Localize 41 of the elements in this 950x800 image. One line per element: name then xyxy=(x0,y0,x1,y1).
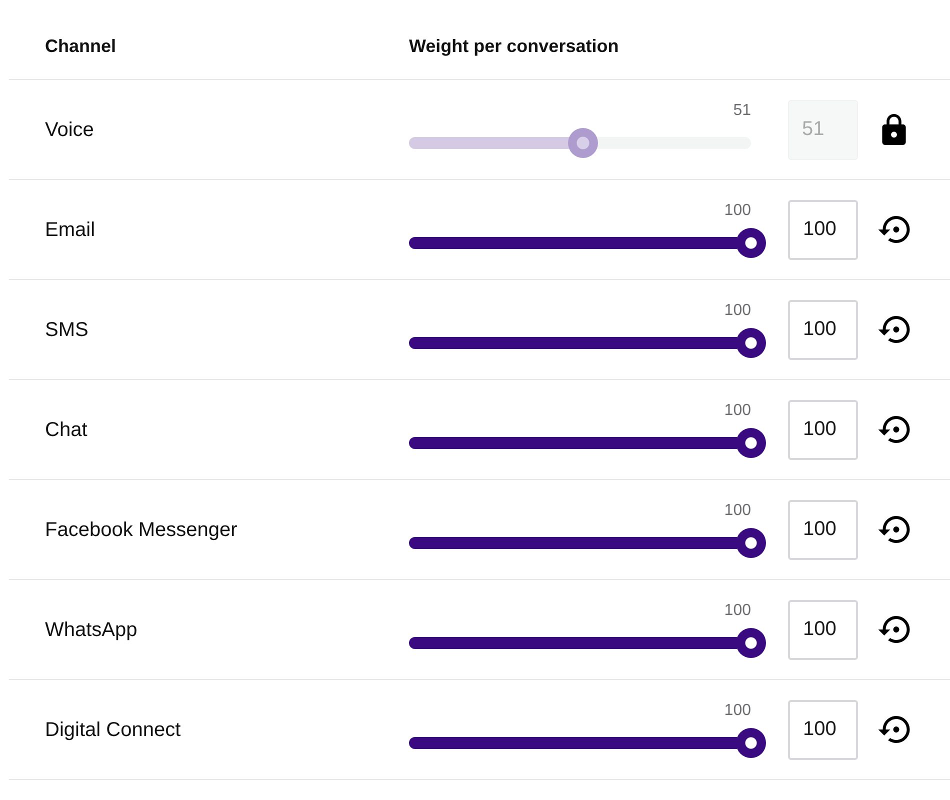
weight-input[interactable]: 100 xyxy=(788,300,858,360)
slider-thumb[interactable] xyxy=(736,628,766,658)
slider-thumb[interactable] xyxy=(736,228,766,258)
channel-name: Digital Connect xyxy=(45,718,182,742)
reset-button[interactable] xyxy=(878,516,910,543)
slider-value-label: 100 xyxy=(724,302,751,320)
reset-button[interactable] xyxy=(878,216,910,243)
slider-value-label: 51 xyxy=(733,102,751,120)
weight-input[interactable]: 100 xyxy=(788,400,858,460)
circular-arrow-icon xyxy=(878,316,910,343)
weight-input[interactable]: 100 xyxy=(788,500,858,560)
reset-button[interactable] xyxy=(878,416,910,443)
slider-thumb[interactable] xyxy=(736,428,766,458)
reset-button[interactable] xyxy=(878,716,910,743)
channel-name: SMS xyxy=(45,318,90,342)
slider-value-label: 100 xyxy=(724,502,751,520)
circular-arrow-icon xyxy=(878,416,910,443)
weight-input[interactable]: 100 xyxy=(788,600,858,660)
reset-button[interactable] xyxy=(878,316,910,343)
slider-thumb[interactable] xyxy=(568,128,598,158)
slider-value-label: 100 xyxy=(724,402,751,420)
weight-input[interactable]: 100 xyxy=(788,700,858,760)
channel-name: Voice xyxy=(45,118,95,142)
slider-thumb[interactable] xyxy=(736,328,766,358)
slider-value-label: 100 xyxy=(724,602,751,620)
circular-arrow-icon xyxy=(878,216,910,243)
slider-value-label: 100 xyxy=(724,702,751,720)
channel-name: Email xyxy=(45,218,96,242)
slider-thumb[interactable] xyxy=(736,728,766,758)
slider-value-label: 100 xyxy=(724,202,751,220)
reset-button[interactable] xyxy=(878,616,910,643)
column-header: Channel xyxy=(45,35,118,57)
channel-name: Facebook Messenger xyxy=(45,518,238,542)
channel-name: Chat xyxy=(45,418,88,442)
circular-arrow-icon xyxy=(878,516,910,543)
circular-arrow-icon xyxy=(878,716,910,743)
slider-thumb[interactable] xyxy=(736,528,766,558)
circular-arrow-icon xyxy=(878,616,910,643)
channel-name: WhatsApp xyxy=(45,618,138,642)
column-header: Weight per conversation xyxy=(408,35,620,57)
weight-input[interactable]: 100 xyxy=(788,200,858,260)
